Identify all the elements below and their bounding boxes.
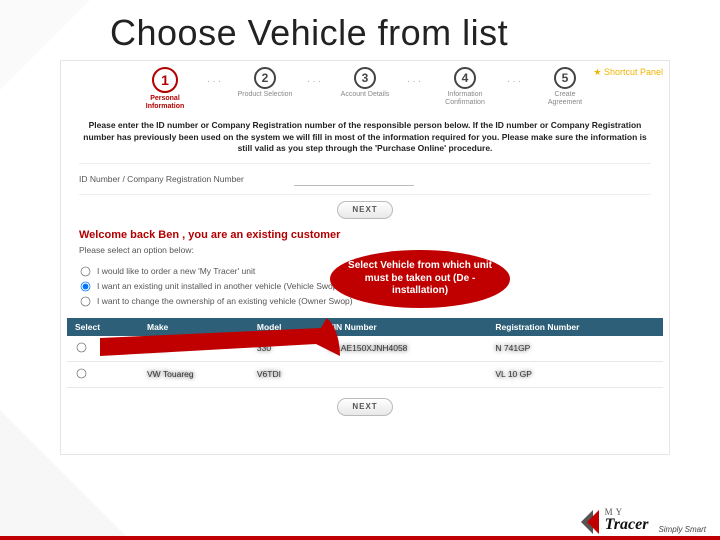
col-vin: VIN Number [320,318,487,336]
cell-vin [320,361,487,387]
table-row: BMW 330 W1AE150XJNH4058 N 741GP [67,336,663,362]
step-separator: ··· [307,76,323,87]
option-radio[interactable] [81,266,91,276]
step-2: 2Product Selection [237,67,293,110]
id-number-label: ID Number / Company Registration Number [79,174,244,184]
vehicle-table: Select Make Model VIN Number Registratio… [67,318,663,388]
vehicle-select-radio[interactable] [77,368,87,378]
step-separator: ··· [407,76,423,87]
main-panel: ★ Shortcut Panel 1Personal Information ·… [60,60,670,455]
step-separator: ··· [507,76,523,87]
options-group: I would like to order a new 'My Tracer' … [61,265,669,308]
shortcut-panel-link[interactable]: ★ Shortcut Panel [593,67,663,78]
col-reg: Registration Number [487,318,663,336]
sub-welcome: Please select an option below: [61,241,669,263]
cell-model: 330 [249,336,320,362]
id-number-input[interactable] [294,172,414,186]
brand-tagline: Simply Smart [658,525,706,534]
cell-reg: N 741GP [487,336,663,362]
cell-vin: W1AE150XJNH4058 [320,336,487,362]
step-1: 1Personal Information [137,67,193,110]
next-button-bottom[interactable]: NEXT [337,398,393,416]
divider [79,194,651,195]
col-select: Select [67,318,139,336]
cell-reg: VL 10 GP [487,361,663,387]
page-title: Choose Vehicle from list [0,0,720,54]
brand-text: MY Tracer [605,510,649,533]
step-3: 3Account Details [337,67,393,110]
option-new-unit[interactable]: I would like to order a new 'My Tracer' … [79,265,651,278]
option-owner-swop[interactable]: I want to change the ownership of an exi… [79,295,651,308]
option-radio[interactable] [81,296,91,306]
divider [79,163,651,164]
cell-model: V6TDI [249,361,320,387]
col-model: Model [249,318,320,336]
vehicle-select-radio[interactable] [77,342,87,352]
brand-logo: MY Tracer Simply Smart [587,510,706,534]
step-5: 5Create Agreement [537,67,593,110]
chevron-icon [587,510,599,534]
cell-make: BMW [139,336,249,362]
step-separator: ··· [207,76,223,87]
next-button[interactable]: NEXT [337,201,393,219]
footer-bar [0,536,720,540]
welcome-message: Welcome back Ben , you are an existing c… [61,225,669,241]
step-4: 4Information Confirmation [437,67,493,110]
option-radio[interactable] [81,281,91,291]
star-icon: ★ [593,67,601,77]
stepper: 1Personal Information ··· 2Product Selec… [61,67,669,110]
table-header-row: Select Make Model VIN Number Registratio… [67,318,663,336]
table-row: VW Touareg V6TDI VL 10 GP [67,361,663,387]
id-number-row: ID Number / Company Registration Number [61,166,669,192]
col-make: Make [139,318,249,336]
cell-make: VW Touareg [139,361,249,387]
instructions: Please enter the ID number or Company Re… [61,110,669,160]
option-vehicle-swop[interactable]: I want an existing unit installed in ano… [79,280,651,293]
